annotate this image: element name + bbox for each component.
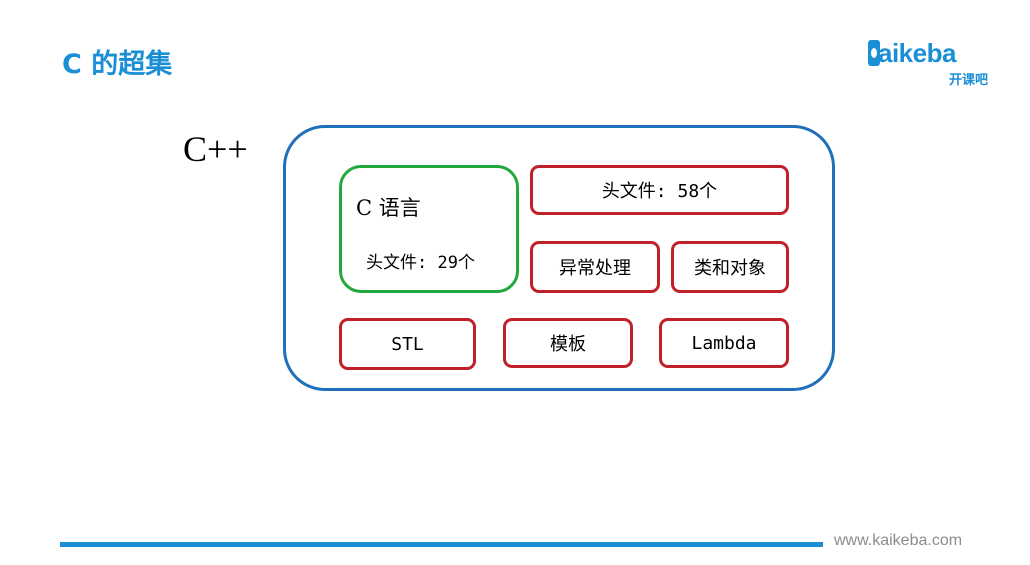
- lambda-box: Lambda: [659, 318, 789, 368]
- stl-box: STL: [339, 318, 476, 370]
- c-language-title: C 语言: [356, 196, 421, 220]
- c-header-count: 头文件: 29个: [366, 253, 475, 273]
- c-language-box: C 语言 头文件: 29个: [339, 165, 519, 293]
- cpp-header-count-label: 头文件: 58个: [601, 181, 718, 202]
- classes-objects-label: 类和对象: [694, 258, 766, 279]
- footer-divider: [60, 542, 823, 547]
- cpp-header-count-box: 头文件: 58个: [530, 165, 789, 215]
- exception-handling-label: 异常处理: [559, 258, 631, 279]
- classes-objects-box: 类和对象: [671, 241, 789, 293]
- cpp-label: C++: [183, 129, 248, 169]
- footer-url: www.kaikeba.com: [834, 532, 963, 549]
- logo-subtitle: 开课吧: [948, 73, 988, 88]
- kaikeba-logo: aikeba 开课吧: [868, 36, 988, 90]
- lambda-label: Lambda: [691, 332, 757, 354]
- exception-handling-box: 异常处理: [530, 241, 660, 293]
- slide-title: C 的超集: [62, 49, 173, 80]
- stl-label: STL: [391, 333, 424, 355]
- templates-box: 模板: [503, 318, 633, 368]
- logo-wordmark: aikeba: [878, 38, 956, 68]
- templates-label: 模板: [550, 334, 586, 355]
